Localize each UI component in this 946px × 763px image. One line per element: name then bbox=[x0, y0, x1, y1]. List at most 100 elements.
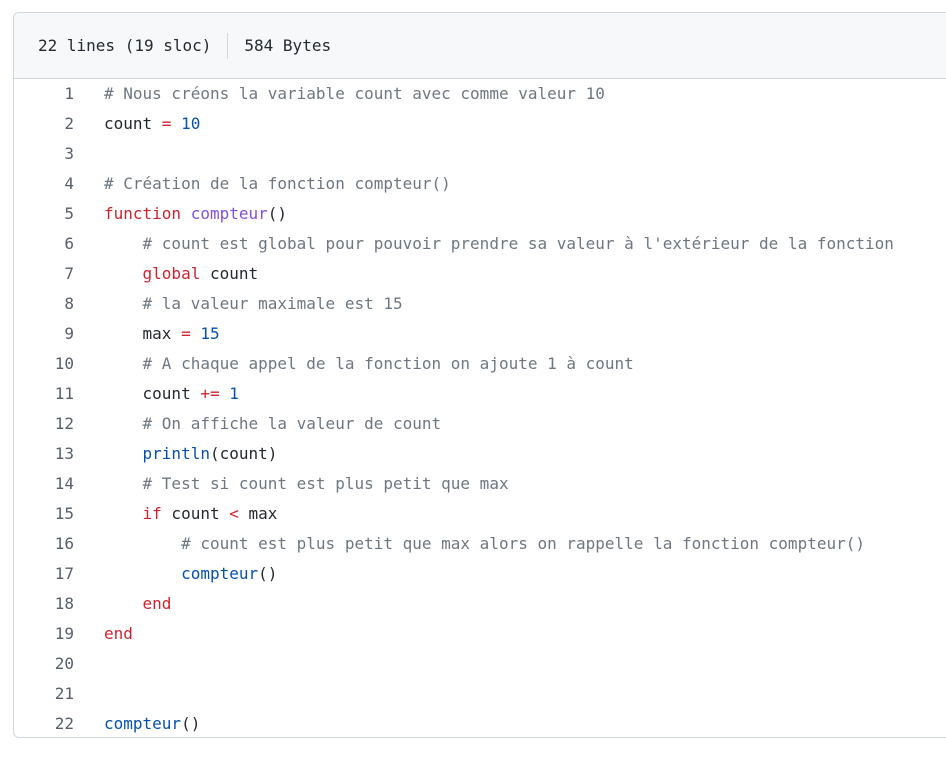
line-number[interactable]: 13 bbox=[14, 439, 74, 469]
code-token: count bbox=[200, 264, 259, 283]
line-number[interactable]: 9 bbox=[14, 319, 74, 349]
line-number[interactable]: 5 bbox=[14, 199, 74, 229]
file-header: 22 lines (19 sloc) 584 Bytes bbox=[14, 13, 946, 79]
line-code: max = 15 bbox=[74, 319, 946, 349]
code-token: count bbox=[161, 504, 230, 523]
line-code: if count < max bbox=[74, 499, 946, 529]
code-line: 15 if count < max bbox=[14, 499, 946, 529]
line-number[interactable]: 18 bbox=[14, 589, 74, 619]
code-line: 20 bbox=[14, 649, 946, 679]
code-token: count bbox=[104, 114, 162, 133]
line-code: compteur() bbox=[74, 709, 946, 739]
line-number[interactable]: 22 bbox=[14, 709, 74, 739]
code-line: 4 # Création de la fonction compteur() bbox=[14, 169, 946, 199]
line-number[interactable]: 19 bbox=[14, 619, 74, 649]
code-token: < bbox=[229, 504, 239, 523]
line-number[interactable]: 3 bbox=[14, 139, 74, 169]
line-code: global count bbox=[74, 259, 946, 289]
line-number[interactable]: 2 bbox=[14, 109, 74, 139]
line-number[interactable]: 14 bbox=[14, 469, 74, 499]
code-line: 18 end bbox=[14, 589, 946, 619]
line-number[interactable]: 1 bbox=[14, 79, 74, 109]
line-code: # On affiche la valeur de count bbox=[74, 409, 946, 439]
line-number[interactable]: 7 bbox=[14, 259, 74, 289]
line-code: end bbox=[74, 619, 946, 649]
line-code: count += 1 bbox=[74, 379, 946, 409]
code-token: # count est plus petit que max alors on … bbox=[181, 534, 865, 553]
code-token: compteur bbox=[181, 564, 259, 583]
code-token: max bbox=[104, 324, 182, 343]
code-line: 9 max = 15 bbox=[14, 319, 946, 349]
line-count-info: 22 lines (19 sloc) bbox=[38, 36, 212, 55]
code-token: (count) bbox=[209, 444, 278, 463]
line-number[interactable]: 20 bbox=[14, 649, 74, 679]
line-number[interactable]: 15 bbox=[14, 499, 74, 529]
code-token: # On affiche la valeur de count bbox=[142, 414, 442, 433]
file-size-info: 584 Bytes bbox=[244, 36, 332, 55]
code-line: 13 println(count) bbox=[14, 439, 946, 469]
code-token: # Nous créons la variable count avec com… bbox=[104, 84, 605, 103]
code-token: 1 bbox=[229, 384, 239, 403]
line-code: println(count) bbox=[74, 439, 946, 469]
code-line: 19 end bbox=[14, 619, 946, 649]
code-token: # Test si count est plus petit que max bbox=[142, 474, 509, 493]
code-line: 7 global count bbox=[14, 259, 946, 289]
code-token: # count est global pour pouvoir prendre … bbox=[142, 234, 894, 253]
line-code: # Nous créons la variable count avec com… bbox=[74, 79, 946, 109]
line-number[interactable]: 10 bbox=[14, 349, 74, 379]
line-code: # Création de la fonction compteur() bbox=[74, 169, 946, 199]
code-token: () bbox=[181, 714, 201, 733]
line-number[interactable]: 12 bbox=[14, 409, 74, 439]
code-token: () bbox=[258, 564, 278, 583]
code-line: 10 # A chaque appel de la fonction on aj… bbox=[14, 349, 946, 379]
code-token: # la valeur maximale est 15 bbox=[142, 294, 403, 313]
line-code: # A chaque appel de la fonction on ajout… bbox=[74, 349, 946, 379]
code-line: 12 # On affiche la valeur de count bbox=[14, 409, 946, 439]
code-token: end bbox=[142, 594, 172, 613]
code-line: 16 # count est plus petit que max alors … bbox=[14, 529, 946, 559]
code-line: 1 # Nous créons la variable count avec co… bbox=[14, 79, 946, 109]
code-line: 6 # count est global pour pouvoir prendr… bbox=[14, 229, 946, 259]
line-code: # la valeur maximale est 15 bbox=[74, 289, 946, 319]
line-number[interactable]: 4 bbox=[14, 169, 74, 199]
code-line: 14 # Test si count est plus petit que ma… bbox=[14, 469, 946, 499]
code-listing: 1 # Nous créons la variable count avec co… bbox=[14, 79, 946, 739]
line-number[interactable]: 11 bbox=[14, 379, 74, 409]
code-line: 17 compteur() bbox=[14, 559, 946, 589]
code-token: end bbox=[104, 624, 133, 643]
code-line: 3 bbox=[14, 139, 946, 169]
line-number[interactable]: 17 bbox=[14, 559, 74, 589]
code-token: # Création de la fonction compteur() bbox=[104, 174, 451, 193]
line-code: compteur() bbox=[74, 559, 946, 589]
code-token: # A chaque appel de la fonction on ajout… bbox=[142, 354, 634, 373]
line-code: function compteur() bbox=[74, 199, 946, 229]
line-number[interactable]: 6 bbox=[14, 229, 74, 259]
line-code: # count est global pour pouvoir prendre … bbox=[74, 229, 946, 259]
line-code: count = 10 bbox=[74, 109, 946, 139]
code-token: global bbox=[142, 264, 201, 283]
code-line: 8 # la valeur maximale est 15 bbox=[14, 289, 946, 319]
line-number[interactable]: 21 bbox=[14, 679, 74, 709]
code-line: 21 bbox=[14, 679, 946, 709]
code-token: compteur bbox=[190, 204, 268, 223]
line-number[interactable]: 8 bbox=[14, 289, 74, 319]
code-token: count bbox=[104, 384, 201, 403]
line-number[interactable]: 16 bbox=[14, 529, 74, 559]
code-line: 22 compteur() bbox=[14, 709, 946, 739]
code-line: 11 count += 1 bbox=[14, 379, 946, 409]
